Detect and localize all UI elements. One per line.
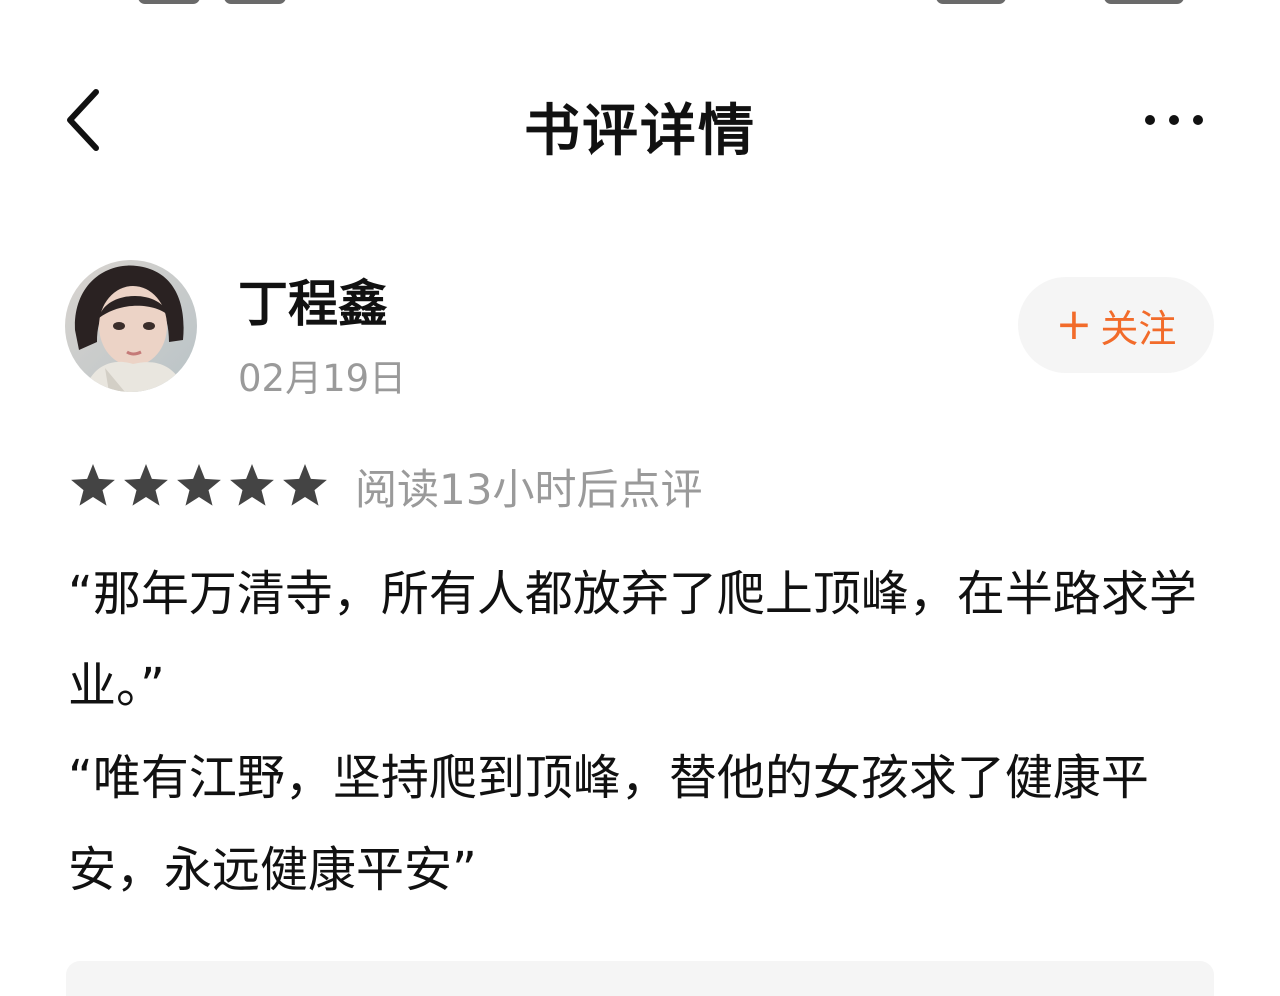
avatar-photo: [65, 260, 197, 392]
review-content: “那年万清寺，所有人都放弃了爬上顶峰，在半路求学业。” “唯有江野，坚持爬到顶峰…: [68, 548, 1218, 916]
star-icon: [124, 464, 168, 506]
star-icon: [177, 464, 221, 506]
nav-header: 书评详情: [0, 60, 1280, 184]
more-button[interactable]: [1134, 100, 1214, 140]
status-time-fragment: [224, 0, 286, 4]
status-time-fragment: [138, 0, 200, 4]
review-date: 02月19日: [238, 357, 407, 400]
follow-button[interactable]: + 关注: [1018, 277, 1214, 373]
reviewer-avatar[interactable]: [65, 260, 197, 392]
status-bar: [0, 0, 1280, 6]
review-paragraph: “那年万清寺，所有人都放弃了爬上顶峰，在半路求学业。”: [68, 566, 1197, 714]
rating-row: 阅读13小时后点评: [68, 456, 702, 516]
book-card[interactable]: [66, 961, 1214, 996]
star-rating: [68, 461, 333, 511]
signal-icon: [936, 0, 1006, 4]
star-icon: [283, 464, 327, 506]
review-paragraph: “唯有江野，坚持爬到顶峰，替他的女孩求了健康平安，永远健康平安”: [68, 750, 1149, 898]
reviewer-name[interactable]: 丁程鑫: [238, 264, 388, 336]
plus-icon: +: [1055, 299, 1093, 350]
star-icon: [71, 464, 115, 506]
star-icon: [230, 464, 274, 506]
page-title: 书评详情: [524, 99, 756, 164]
follow-label: 关注: [1100, 306, 1177, 351]
more-horizontal-icon: [1145, 115, 1203, 125]
book-review-detail-page: 书评详情 丁程鑫 02月19日 + 关注 阅读13小时后点评 “那年万清寺，所有…: [0, 0, 1280, 996]
reading-time-note: 阅读13小时后点评: [355, 464, 703, 514]
battery-icon: [1104, 0, 1184, 4]
